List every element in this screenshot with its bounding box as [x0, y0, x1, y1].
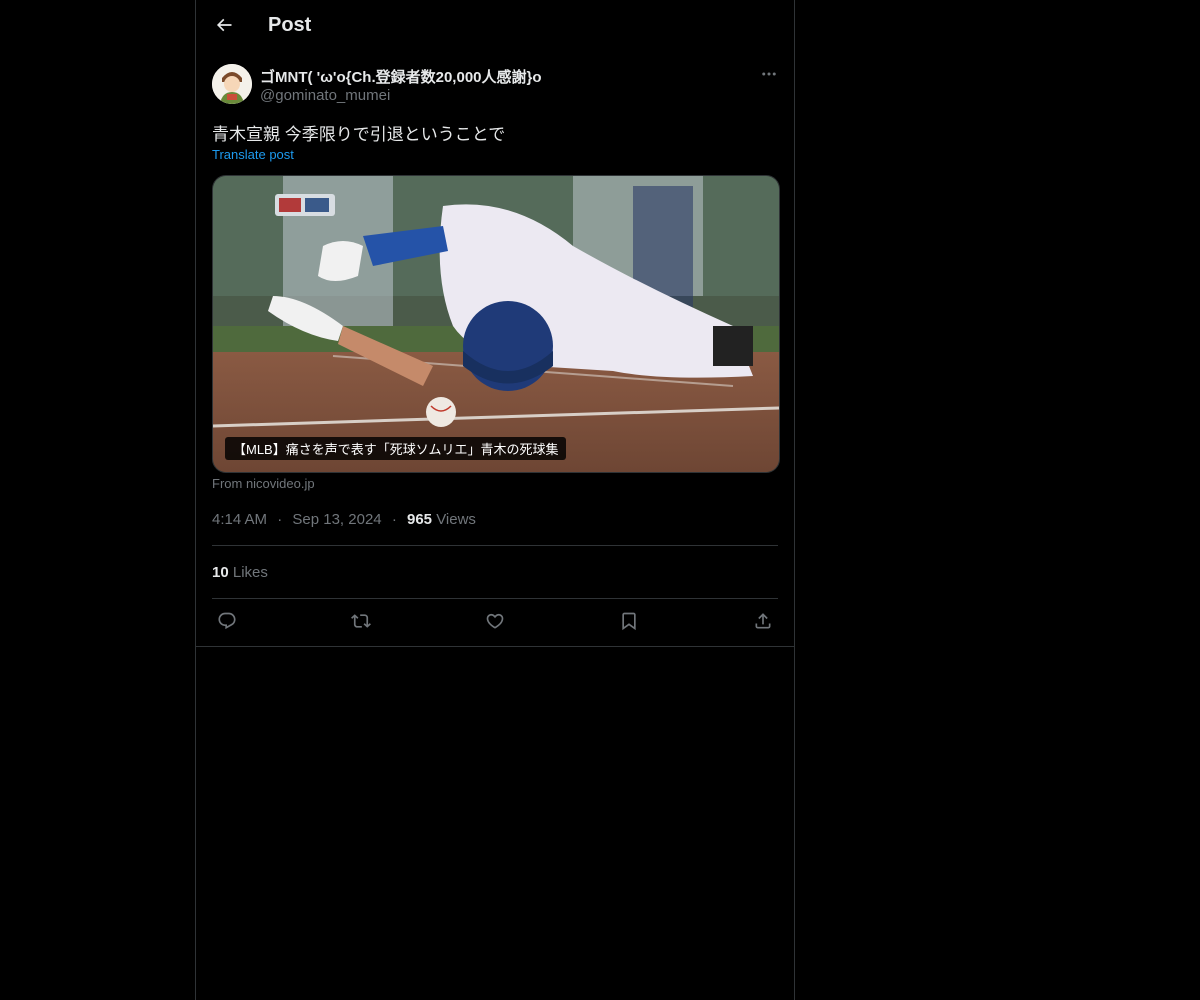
views-label: Views [436, 511, 476, 528]
media-caption: 【MLB】痛さを声で表す「死球ソムリエ」青木の死球集 [225, 437, 567, 460]
media-card[interactable]: 【MLB】痛さを声で表す「死球ソムリエ」青木の死球集 [212, 175, 780, 473]
more-horizontal-icon [760, 65, 778, 88]
post-text: 青木宣親 今季限りで引退ということで [212, 125, 506, 144]
like-button[interactable] [480, 608, 510, 638]
likes-stat[interactable]: 10 Likes [212, 564, 268, 581]
share-icon [753, 611, 773, 636]
like-icon [485, 611, 505, 636]
likes-count: 10 [212, 564, 229, 581]
arrow-left-icon [214, 15, 234, 40]
views-count: 965 [406, 511, 433, 528]
author-handle[interactable]: @gominato_mumei [260, 87, 390, 104]
repost-button[interactable] [346, 608, 376, 638]
back-button[interactable] [208, 11, 240, 43]
author-display-name[interactable]: ゴMNT( 'ω'o{Ch.登録者数20,000人感謝}o [260, 66, 542, 87]
media-source[interactable]: From nicovideo.jp [212, 476, 315, 491]
post-date[interactable]: Sep 13, 2024 [292, 511, 381, 528]
divider [212, 598, 778, 599]
reply-icon [217, 611, 237, 636]
likes-label: Likes [232, 564, 268, 581]
separator-dot: · [277, 511, 283, 528]
avatar[interactable] [212, 64, 252, 104]
share-button[interactable] [748, 608, 778, 638]
bookmark-icon [619, 611, 639, 636]
post-column: Post ゴMNT( 'ω'o{Ch.登録者数20,000人感謝}o @gomi… [195, 0, 795, 1000]
media-image [213, 176, 779, 472]
bookmark-button[interactable] [614, 608, 644, 638]
more-button[interactable] [756, 63, 782, 89]
page-title: Post [268, 14, 312, 36]
separator-dot: · [391, 511, 397, 528]
header: Post [196, 0, 794, 54]
action-bar [212, 608, 778, 638]
post-time[interactable]: 4:14 AM [212, 511, 267, 528]
repost-icon [351, 611, 371, 636]
divider [212, 545, 778, 546]
reply-button[interactable] [212, 608, 242, 638]
translate-post-link[interactable]: Translate post [212, 147, 294, 162]
divider [196, 646, 794, 647]
post-meta: 4:14 AM · Sep 13, 2024 · 965 Views [212, 511, 476, 528]
